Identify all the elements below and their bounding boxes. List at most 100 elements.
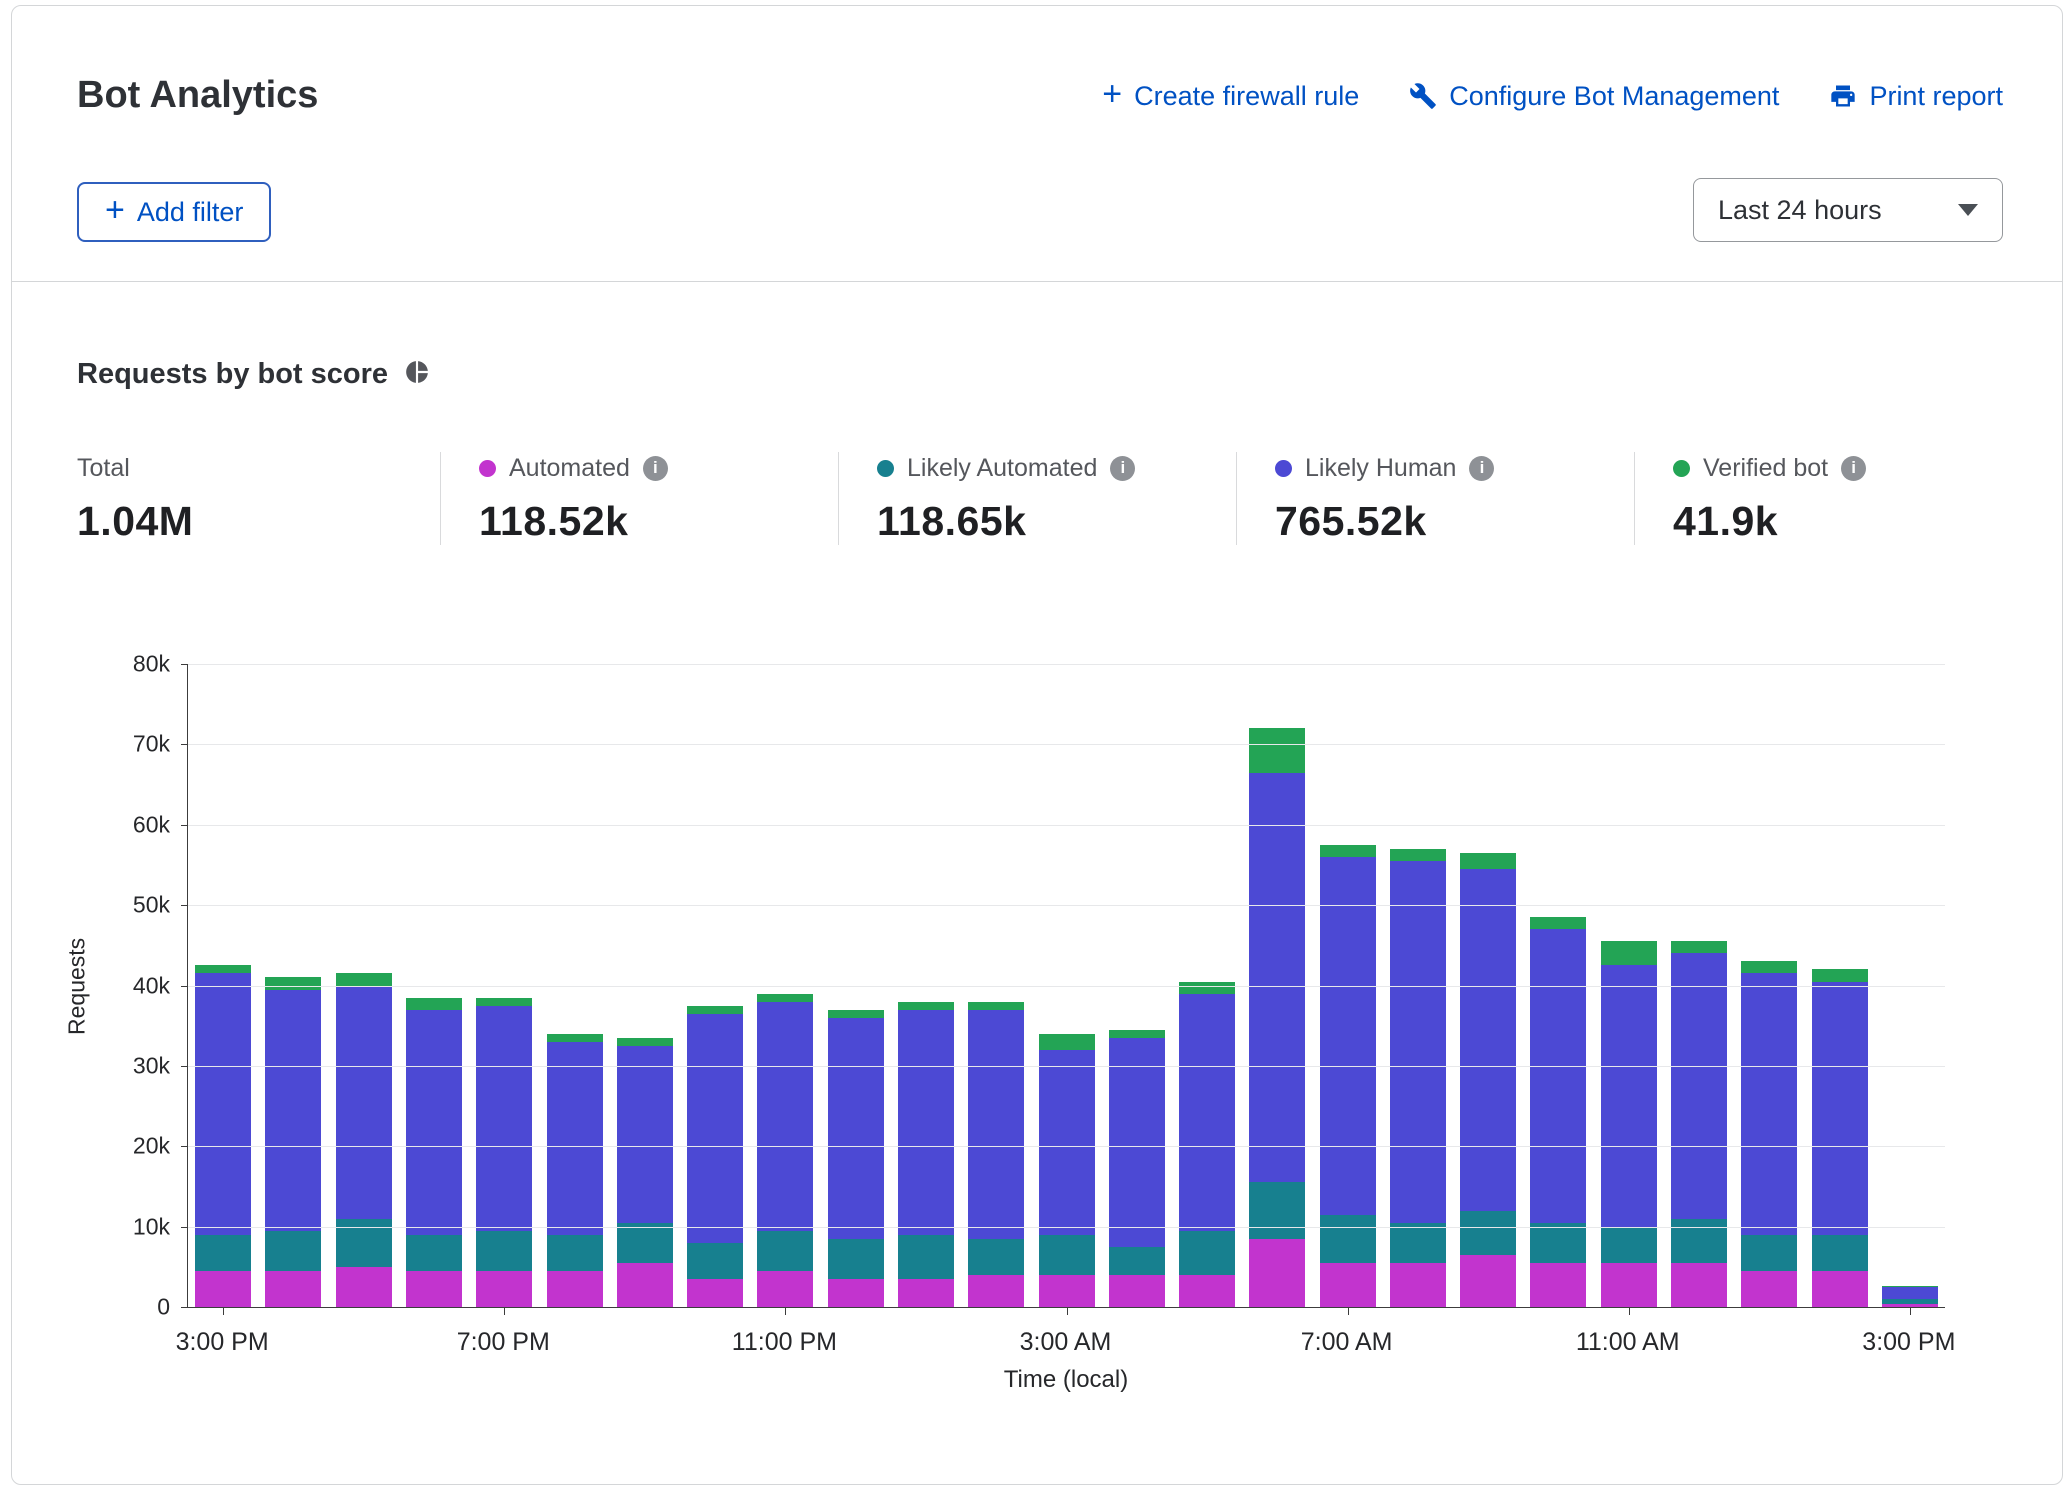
bar-12-00-am[interactable]: [828, 1010, 884, 1307]
time-range-value: Last 24 hours: [1718, 195, 1882, 226]
stat-likely-human: Likely Human 765.52k: [1236, 452, 1634, 545]
bar-4-00-pm[interactable]: [265, 977, 321, 1307]
y-tick-mark: [181, 1227, 188, 1228]
bar-9-00-pm[interactable]: [617, 1038, 673, 1307]
bar-2-00-pm[interactable]: [1812, 969, 1868, 1307]
configure-bot-management-link[interactable]: Configure Bot Management: [1409, 81, 1779, 112]
stats-row: Total 1.04M Automated 118.52k Likely Aut…: [77, 452, 2032, 545]
chart-plot: [187, 664, 1945, 1308]
bar-segment: [1320, 845, 1376, 857]
y-tick-label: 40k: [133, 972, 170, 999]
bar-segment: [1109, 1030, 1165, 1038]
bar-segment: [1530, 1263, 1586, 1307]
verified-bot-legend-dot: [1673, 460, 1690, 477]
bar-segment: [1671, 953, 1727, 1218]
bar-segment: [195, 973, 251, 1234]
bar-segment: [406, 998, 462, 1010]
info-icon[interactable]: [643, 456, 668, 481]
y-tick-mark: [181, 1066, 188, 1067]
bar-10-00-am[interactable]: [1530, 917, 1586, 1307]
bar-segment: [1249, 1239, 1305, 1307]
bar-3-00-pm[interactable]: [195, 965, 251, 1307]
bar-segment: [1812, 1235, 1868, 1271]
bar-segment: [687, 1014, 743, 1243]
bar-3-00-am[interactable]: [1039, 1034, 1095, 1307]
bar-7-00-am[interactable]: [1320, 845, 1376, 1307]
bar-11-00-pm[interactable]: [757, 994, 813, 1307]
printer-icon: [1829, 82, 1857, 110]
bar-segment: [1039, 1050, 1095, 1235]
x-tick-label: 3:00 PM: [176, 1328, 269, 1357]
bar-11-00-am[interactable]: [1601, 941, 1657, 1307]
bar-7-00-pm[interactable]: [476, 998, 532, 1307]
info-icon[interactable]: [1469, 456, 1494, 481]
y-tick-label: 50k: [133, 892, 170, 919]
bar-2-00-am[interactable]: [968, 1002, 1024, 1307]
bar-8-00-pm[interactable]: [547, 1034, 603, 1307]
bar-segment: [1179, 982, 1235, 994]
gridline: [188, 1066, 1945, 1067]
bar-segment: [1882, 1287, 1938, 1299]
info-icon[interactable]: [1841, 456, 1866, 481]
bar-12-00-pm[interactable]: [1671, 941, 1727, 1307]
bar-segment: [476, 1271, 532, 1307]
bar-segment: [1179, 1275, 1235, 1307]
bar-segment: [1249, 773, 1305, 1183]
header-actions: Create firewall rule Configure Bot Manag…: [1102, 80, 2003, 112]
bar-5-00-am[interactable]: [1179, 982, 1235, 1307]
print-report-link[interactable]: Print report: [1829, 81, 2003, 112]
bar-segment: [1109, 1038, 1165, 1247]
bar-4-00-am[interactable]: [1109, 1030, 1165, 1307]
bar-segment: [476, 1006, 532, 1231]
bar-segment: [1530, 917, 1586, 929]
page-title: Bot Analytics: [77, 74, 318, 117]
bar-segment: [547, 1271, 603, 1307]
bar-segment: [968, 1275, 1024, 1307]
bar-segment: [1390, 849, 1446, 861]
bar-segment: [1741, 973, 1797, 1234]
stat-likely-automated-value: 118.65k: [877, 498, 1216, 545]
add-filter-button[interactable]: Add filter: [77, 182, 271, 242]
bar-segment: [898, 1235, 954, 1279]
stat-likely-automated: Likely Automated 118.65k: [838, 452, 1236, 545]
x-tick-label: 7:00 PM: [457, 1328, 550, 1357]
y-tick-label: 60k: [133, 811, 170, 838]
create-firewall-rule-link[interactable]: Create firewall rule: [1102, 80, 1359, 112]
bar-segment: [336, 1267, 392, 1307]
x-tick-mark: [785, 1307, 786, 1315]
y-tick-mark: [181, 986, 188, 987]
x-tick-label: 11:00 PM: [732, 1328, 837, 1357]
x-tick-label: 7:00 AM: [1301, 1328, 1393, 1357]
bar-1-00-pm[interactable]: [1741, 961, 1797, 1307]
x-tick-mark: [1348, 1307, 1349, 1315]
time-range-select[interactable]: Last 24 hours: [1693, 178, 2003, 242]
print-report-label: Print report: [1869, 81, 2003, 112]
bar-6-00-am[interactable]: [1249, 728, 1305, 1307]
bar-segment: [968, 1010, 1024, 1239]
stat-likely-human-value: 765.52k: [1275, 498, 1614, 545]
x-tick-label: 3:00 AM: [1020, 1328, 1112, 1357]
bar-segment: [1601, 1227, 1657, 1263]
x-tick-label: 11:00 AM: [1576, 1328, 1680, 1357]
bar-segment: [265, 1231, 321, 1271]
bar-segment: [1460, 1211, 1516, 1255]
bar-8-00-am[interactable]: [1390, 849, 1446, 1307]
bar-segment: [1530, 929, 1586, 1222]
bar-10-00-pm[interactable]: [687, 1006, 743, 1307]
bar-segment: [1039, 1034, 1095, 1050]
bar-segment: [547, 1235, 603, 1271]
bar-1-00-am[interactable]: [898, 1002, 954, 1307]
bar-segment: [1320, 857, 1376, 1215]
bar-6-00-pm[interactable]: [406, 998, 462, 1307]
bar-segment: [1460, 869, 1516, 1211]
plus-icon: [1102, 80, 1122, 112]
bar-3-00-pm[interactable]: [1882, 1286, 1938, 1307]
bar-9-00-am[interactable]: [1460, 853, 1516, 1307]
y-tick-label: 0: [157, 1294, 170, 1321]
gridline: [188, 744, 1945, 745]
section-title-row: Requests by bot score: [77, 358, 430, 391]
info-icon[interactable]: [1110, 456, 1135, 481]
bar-5-00-pm[interactable]: [336, 973, 392, 1307]
likely-automated-legend-dot: [877, 460, 894, 477]
y-tick-label: 70k: [133, 731, 170, 758]
